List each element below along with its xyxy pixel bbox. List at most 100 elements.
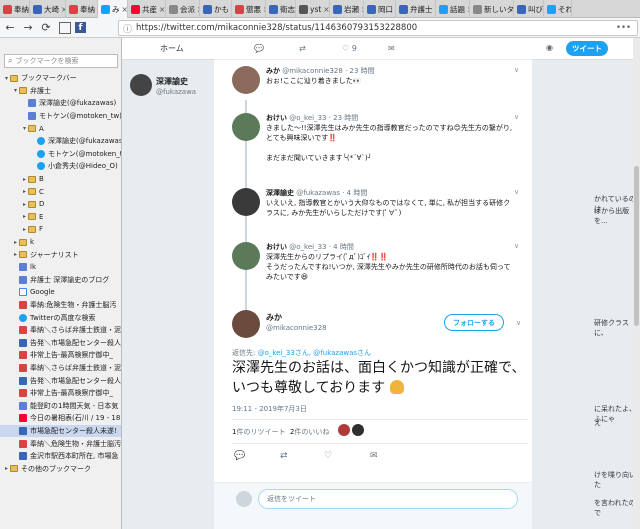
bookmark-item[interactable]: 告発＼市場急配センター殺人 <box>0 374 121 387</box>
retweet-icon[interactable]: ⇄ <box>299 44 306 53</box>
tab[interactable]: 共産 × <box>128 0 166 18</box>
bookmark-search-input[interactable]: ⌕ ブックマークを検索 <box>4 54 118 68</box>
bookmark-item[interactable]: Twitterの高度な検索 <box>0 311 121 324</box>
expand-toggle-icon[interactable]: ▸ <box>12 251 19 258</box>
bookmark-item[interactable]: 深澤諭史(@fukazawas) <box>0 135 121 148</box>
reply-time[interactable]: 23 時間 <box>333 114 358 122</box>
dm-icon[interactable]: ✉ <box>370 451 378 461</box>
author-name[interactable]: おけい <box>266 243 287 251</box>
more-icon[interactable]: ••• <box>616 23 631 33</box>
tab[interactable]: 新しいタブ× <box>470 0 514 18</box>
bookmark-item[interactable]: 非常上告-最高検察庁御中_ <box>0 387 121 400</box>
expand-toggle-icon[interactable]: ▾ <box>3 75 10 82</box>
avatar[interactable] <box>338 424 350 436</box>
author-name[interactable]: おけい <box>266 114 287 122</box>
follow-button[interactable]: フォローする <box>444 314 504 331</box>
bookmark-item[interactable]: lk <box>0 261 121 274</box>
tab[interactable]: 岡口× <box>364 0 396 18</box>
avatar[interactable] <box>232 113 260 141</box>
avatar[interactable] <box>232 310 260 338</box>
chevron-down-icon[interactable]: ∨ <box>516 319 521 327</box>
close-icon[interactable]: × <box>159 5 165 14</box>
author-name[interactable]: みか <box>266 312 282 323</box>
tab[interactable]: 会派× <box>166 0 200 18</box>
bookmark-folder[interactable]: ▸ B <box>0 173 121 186</box>
bookmark-item[interactable]: Google <box>0 286 121 299</box>
back-button[interactable]: ← <box>2 20 18 36</box>
retweet-icon[interactable]: ⇄ <box>280 451 288 461</box>
bookmark-item[interactable]: 小倉秀夫(@Hideo_O) <box>0 160 121 173</box>
close-icon[interactable]: × <box>323 5 329 14</box>
bookmark-item[interactable]: 市場急配センター殺人未遂! <box>0 424 121 438</box>
expand-toggle-icon[interactable]: ▸ <box>21 226 28 233</box>
expand-toggle-icon[interactable]: ▸ <box>12 239 19 246</box>
forward-button[interactable]: → <box>20 20 36 36</box>
tab[interactable]: 大崎× <box>30 0 66 18</box>
bookmark-folder[interactable]: ▾ ブックマークバー <box>0 72 121 85</box>
tab[interactable]: み × <box>98 0 128 18</box>
bookmark-item[interactable]: モトケン(@motoken_tw) <box>0 110 121 123</box>
avatar[interactable] <box>352 424 364 436</box>
avatar[interactable] <box>232 188 260 216</box>
reply-time[interactable]: 4 時間 <box>347 189 368 197</box>
chevron-down-icon[interactable]: ∨ <box>514 66 519 74</box>
reply-time[interactable]: 23 時間 <box>350 67 375 75</box>
author-handle[interactable]: @o_kei_33 <box>289 114 326 122</box>
author-handle[interactable]: @mikaconnie328 <box>282 67 343 75</box>
reply-icon[interactable]: 💬 <box>234 451 245 461</box>
tab[interactable]: 奉納× <box>66 0 98 18</box>
like-icon[interactable]: ♡ <box>324 451 332 461</box>
bookmark-item[interactable]: モトケン(@motoken_tw) <box>0 148 121 161</box>
tab[interactable]: 弁護士× <box>396 0 436 18</box>
bookmark-item[interactable]: 奉納:危険生物・弁護士脳汚 <box>0 299 121 312</box>
bookmark-folder[interactable]: ▸ D <box>0 198 121 211</box>
bookmark-item[interactable]: 能登町の1時間天気 - 日本気 <box>0 399 121 412</box>
expand-toggle-icon[interactable]: ▾ <box>21 125 28 132</box>
expand-toggle-icon[interactable]: ▸ <box>21 213 28 220</box>
tab-overview-icon[interactable] <box>59 21 71 34</box>
scrollbar[interactable] <box>633 38 640 529</box>
bookmark-folder[interactable]: ▾ A <box>0 122 121 135</box>
bookmark-folder[interactable]: ▾ 弁護士 <box>0 85 121 98</box>
bookmark-item[interactable]: 弁護士 深澤諭史のブログ <box>0 274 121 287</box>
scrollbar-thumb[interactable] <box>634 166 639 326</box>
expand-toggle-icon[interactable]: ▸ <box>21 201 28 208</box>
bookmark-item[interactable]: 奉納＼さらば弁護士鉄道・泥 <box>0 324 121 337</box>
expand-toggle-icon[interactable]: ▸ <box>21 176 28 183</box>
tab[interactable]: 岩瀬× <box>330 0 364 18</box>
bookmark-folder[interactable]: ▸ F <box>0 223 121 236</box>
expand-toggle-icon[interactable]: ▸ <box>3 465 10 472</box>
bookmark-folder[interactable]: ▸ E <box>0 211 121 224</box>
reply-input[interactable]: 返信をツイート <box>258 489 518 509</box>
author-handle[interactable]: @mikaconnie328 <box>266 324 327 332</box>
retweet-label[interactable]: 件のリツイート <box>236 428 285 436</box>
like-icon[interactable]: ♡ 9 <box>342 44 357 53</box>
like-label[interactable]: 件のいいね <box>294 428 329 436</box>
tab[interactable]: それ× <box>544 0 572 18</box>
bookmark-item[interactable]: 深澤諭史(@fukazawas) <box>0 97 121 110</box>
bookmark-folder[interactable]: ▸ k <box>0 236 121 249</box>
timestamp[interactable]: 19:11 - 2019年7月3日 <box>232 404 307 414</box>
reply-icon[interactable]: 💬 <box>254 44 264 53</box>
avatar[interactable] <box>232 242 260 270</box>
account-icon[interactable]: ◉ <box>546 43 553 52</box>
chevron-down-icon[interactable]: ∨ <box>514 113 519 121</box>
bookmark-item[interactable]: 告発＼市場急配センター殺人 <box>0 336 121 349</box>
reload-button[interactable]: ⟳ <box>38 20 54 36</box>
reply-to-links[interactable]: @o_kei_33さん, @fukazawasさん <box>258 349 371 357</box>
reply-time[interactable]: 4 時間 <box>333 243 354 251</box>
chevron-down-icon[interactable]: ∨ <box>514 188 519 196</box>
expand-toggle-icon[interactable]: ▸ <box>21 188 28 195</box>
tab[interactable]: 懲悪× <box>232 0 266 18</box>
author-name[interactable]: 深澤諭史 <box>266 189 294 197</box>
info-icon[interactable]: ⓘ <box>123 22 132 35</box>
tab[interactable]: 衛志× <box>266 0 296 18</box>
tweet-button[interactable]: ツイート <box>566 41 608 56</box>
bookmark-item[interactable]: 非常上告-最高検察庁御中_ <box>0 349 121 362</box>
author-name[interactable]: みか <box>266 67 280 75</box>
expand-toggle-icon[interactable]: ▾ <box>12 87 19 94</box>
bookmark-folder[interactable]: ▸ その他のブックマーク <box>0 462 121 475</box>
author-handle[interactable]: @o_kei_33 <box>289 243 326 251</box>
tab[interactable]: 奉納× <box>0 0 30 18</box>
tab[interactable]: 叫び× <box>514 0 544 18</box>
